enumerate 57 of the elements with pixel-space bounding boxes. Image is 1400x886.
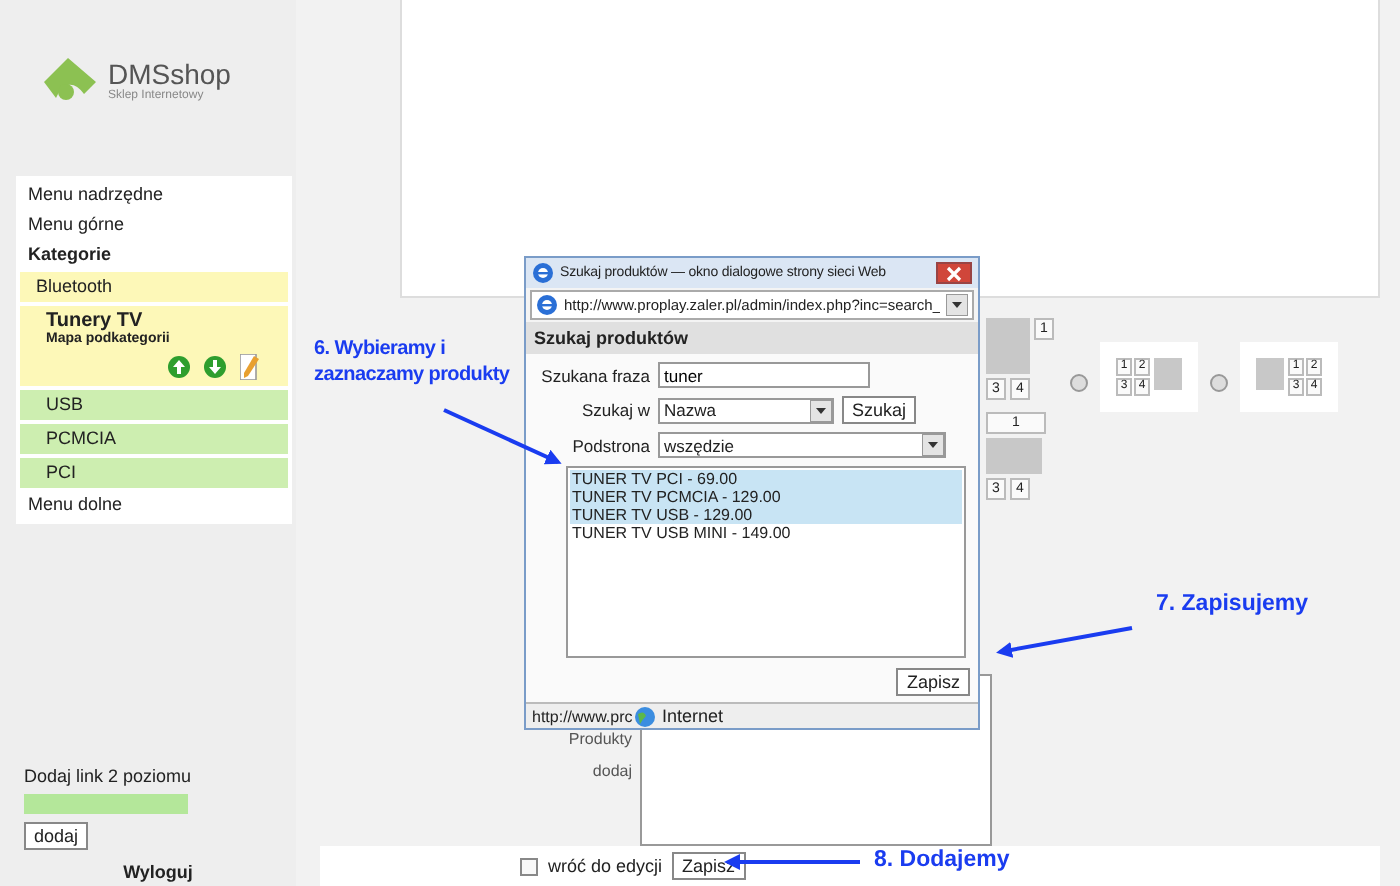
save-button[interactable]: Zapisz (672, 852, 746, 881)
dropdown-arrow-icon (922, 434, 944, 456)
dialog-heading: Szukaj produktów (526, 322, 978, 354)
logout-link[interactable]: Wyloguj (123, 862, 193, 882)
add-button[interactable]: dodaj (24, 822, 89, 850)
layout-radio[interactable] (1210, 374, 1228, 393)
subcategory-item[interactable]: USB (20, 390, 288, 420)
dropdown-arrow-icon (810, 399, 832, 421)
annotation-text: 7. Zapisujemy (1156, 590, 1309, 618)
phrase-label: Szukana fraza (539, 365, 650, 385)
products-label: Produkty (568, 730, 632, 749)
annotation-arrow (996, 626, 1133, 658)
product-list-item[interactable]: TUNER TV PCMCIA - 129.00 (570, 488, 962, 506)
phrase-input-field[interactable]: tuner (658, 362, 870, 388)
column-block (986, 438, 1042, 475)
subcategory-item[interactable]: PCI (20, 458, 288, 488)
menu-link[interactable]: Menu nadrzędne (16, 180, 292, 210)
search-button[interactable]: Szukaj (842, 396, 917, 424)
menu-heading: Kategorie (26, 242, 114, 268)
subpage-label: Podstrona (570, 435, 650, 455)
subpage-select[interactable]: wszędzie (658, 432, 946, 458)
layout-radio[interactable] (1070, 374, 1088, 393)
search-in-label: Szukaj w (579, 400, 650, 420)
column-block (986, 318, 1030, 375)
menu-link[interactable]: Menu dolne (16, 490, 292, 520)
logo-name: DMSshop (108, 58, 231, 90)
menu-link[interactable]: Menu górne (16, 210, 292, 240)
annotation-arrow (443, 408, 562, 465)
link-input-field[interactable] (24, 794, 188, 814)
search-in-select[interactable]: Nazwa (658, 397, 834, 423)
logo-icon (40, 58, 100, 102)
up-arrow-icon[interactable] (168, 356, 190, 378)
down-arrow-icon[interactable] (204, 356, 226, 378)
add-link-label: Dodaj link 2 poziomu (24, 766, 192, 786)
add-label: dodaj (592, 762, 632, 781)
annotation-text: 6. Wybieramy i zaznaczamy produkty (314, 336, 512, 388)
return-to-edit-label: wróć do edycji (548, 856, 663, 877)
product-list-item[interactable]: TUNER TV USB MINI - 149.00 (570, 524, 962, 542)
close-button[interactable] (936, 262, 972, 284)
annotation-text: 8. Dodajemy (874, 846, 1010, 874)
status-url: http://www.prc (532, 707, 628, 725)
pencil-icon[interactable] (240, 354, 260, 380)
category-title[interactable]: Tunery TV (46, 312, 272, 330)
return-checkbox[interactable] (520, 857, 538, 876)
subcategory-item[interactable]: PCMCIA (20, 424, 288, 454)
column-block (1256, 358, 1284, 391)
product-list-item[interactable]: TUNER TV USB - 129.00 (570, 506, 962, 524)
dropdown-arrow-icon[interactable] (946, 294, 968, 316)
browser-e-icon (536, 294, 558, 316)
close-icon (946, 265, 962, 281)
column-block (1154, 358, 1182, 391)
globe-icon (634, 705, 656, 727)
product-list-item[interactable]: TUNER TV PCI - 69.00 (570, 470, 962, 488)
browser-e-icon (532, 262, 554, 284)
status-zone: Internet (662, 706, 724, 726)
dialog-save-button[interactable]: Zapisz (896, 668, 970, 696)
category-item[interactable]: Bluetooth (20, 272, 288, 302)
